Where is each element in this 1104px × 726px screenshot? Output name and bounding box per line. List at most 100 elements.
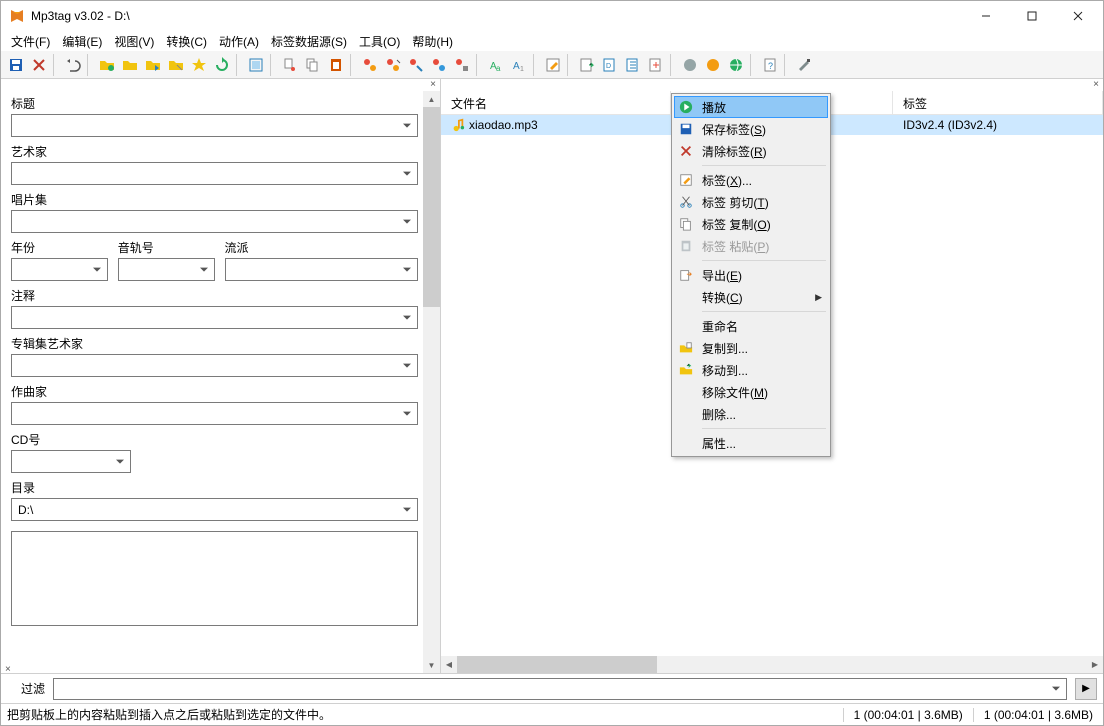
tag-cut-icon[interactable] xyxy=(279,54,301,76)
cell-tag: ID3v2.4 (ID3v2.4) xyxy=(903,118,997,132)
label-track: 音轨号 xyxy=(118,239,215,256)
export-4-icon[interactable] xyxy=(645,54,667,76)
minimize-button[interactable] xyxy=(963,1,1009,31)
refresh-icon[interactable] xyxy=(211,54,233,76)
ctx-separator xyxy=(702,260,826,261)
col-filename[interactable]: 文件名 xyxy=(441,91,671,114)
audio-file-icon xyxy=(451,118,465,132)
folder-play-icon[interactable] xyxy=(142,54,164,76)
label-title: 标题 xyxy=(11,95,418,112)
input-year[interactable] xyxy=(11,258,108,281)
play-icon xyxy=(678,99,694,115)
ctx-item[interactable]: 标签 剪切(T) xyxy=(674,191,828,213)
svg-text:?: ? xyxy=(768,61,773,71)
filter-close-icon[interactable]: × xyxy=(5,664,11,675)
col-tag[interactable]: 标签 xyxy=(893,91,1103,114)
input-album-artist[interactable] xyxy=(11,354,418,377)
label-artist: 艺术家 xyxy=(11,143,418,160)
input-artist[interactable] xyxy=(11,162,418,185)
file-panel-close-icon[interactable]: × xyxy=(441,79,1103,91)
ctx-item[interactable]: 删除... xyxy=(674,403,828,425)
settings-icon[interactable] xyxy=(793,54,815,76)
tag-panel-scrollbar[interactable]: ▲ ▼ xyxy=(423,91,440,673)
save-icon[interactable] xyxy=(5,54,27,76)
export-2-icon[interactable]: D xyxy=(599,54,621,76)
export-1-icon[interactable] xyxy=(576,54,598,76)
menu-convert[interactable]: 转换(C) xyxy=(160,31,213,52)
action-3-icon[interactable] xyxy=(405,54,427,76)
app-icon xyxy=(9,8,25,24)
menu-help[interactable]: 帮助(H) xyxy=(406,31,459,52)
main-area: × 标题 艺术家 唱片集 年份 音轨号 流派 注释 专辑集艺术家 作曲家 CD号… xyxy=(1,79,1103,673)
action-4-icon[interactable] xyxy=(428,54,450,76)
edit-tag-icon[interactable] xyxy=(542,54,564,76)
blank-icon xyxy=(678,318,694,334)
ctx-item: 标签 粘贴(P) xyxy=(674,235,828,257)
web-1-icon[interactable] xyxy=(679,54,701,76)
web-2-icon[interactable] xyxy=(702,54,724,76)
menu-view[interactable]: 视图(V) xyxy=(108,31,160,52)
menubar: 文件(F) 编辑(E) 视图(V) 转换(C) 动作(A) 标签数据源(S) 工… xyxy=(1,31,1103,51)
tag-icon xyxy=(678,172,694,188)
input-comment[interactable] xyxy=(11,306,418,329)
ctx-item[interactable]: 保存标签(S) xyxy=(674,118,828,140)
ctx-item[interactable]: 导出(E) xyxy=(674,264,828,286)
filter-input[interactable] xyxy=(53,678,1067,700)
ctx-item[interactable]: 复制到... xyxy=(674,337,828,359)
folder-add-icon[interactable] xyxy=(96,54,118,76)
autonumber-icon[interactable]: A1 xyxy=(508,54,530,76)
menu-actions[interactable]: 动作(A) xyxy=(213,31,265,52)
ctx-item[interactable]: 标签 复制(O) xyxy=(674,213,828,235)
ctx-item[interactable]: 移动到... xyxy=(674,359,828,381)
copyto-icon xyxy=(678,340,694,356)
folder-tag-icon[interactable] xyxy=(165,54,187,76)
filter-go-button[interactable]: ▶ xyxy=(1075,678,1097,700)
ctx-item[interactable]: 移除文件(M) xyxy=(674,381,828,403)
tag-panel-close-icon[interactable]: × xyxy=(1,79,440,91)
svg-text:1: 1 xyxy=(520,66,524,73)
help-icon[interactable]: ? xyxy=(759,54,781,76)
action-1-icon[interactable] xyxy=(359,54,381,76)
input-directory[interactable]: D:\ xyxy=(11,498,418,521)
input-discnumber[interactable] xyxy=(11,450,131,473)
delete-icon xyxy=(678,143,694,159)
menu-file[interactable]: 文件(F) xyxy=(5,31,56,52)
action-2-icon[interactable] xyxy=(382,54,404,76)
favorite-icon[interactable] xyxy=(188,54,210,76)
undo-icon[interactable] xyxy=(62,54,84,76)
ctx-item[interactable]: 标签(X)... xyxy=(674,169,828,191)
tag-copy-icon[interactable] xyxy=(302,54,324,76)
tag-paste-icon[interactable] xyxy=(325,54,347,76)
file-list-hscrollbar[interactable]: ◀▶ xyxy=(441,656,1103,673)
web-3-icon[interactable] xyxy=(725,54,747,76)
titlebar: Mp3tag v3.02 - D:\ xyxy=(1,1,1103,31)
ctx-item[interactable]: 属性... xyxy=(674,432,828,454)
ctx-item[interactable]: 转换(C)▶ xyxy=(674,286,828,308)
case-icon[interactable]: Aa xyxy=(485,54,507,76)
select-all-icon[interactable] xyxy=(245,54,267,76)
input-composer[interactable] xyxy=(11,402,418,425)
menu-edit[interactable]: 编辑(E) xyxy=(56,31,108,52)
ctx-item[interactable]: 播放 xyxy=(674,96,828,118)
maximize-button[interactable] xyxy=(1009,1,1055,31)
delete-icon[interactable] xyxy=(28,54,50,76)
export-3-icon[interactable] xyxy=(622,54,644,76)
ctx-item-label: 保存标签(S) xyxy=(702,121,766,138)
input-album[interactable] xyxy=(11,210,418,233)
input-title[interactable] xyxy=(11,114,418,137)
context-menu: 播放保存标签(S) 清除标签(R) 标签(X)...标签 剪切(T)标签 复制(O)… xyxy=(671,93,831,457)
folder-open-icon[interactable] xyxy=(119,54,141,76)
menu-tools[interactable]: 工具(O) xyxy=(353,31,406,52)
cover-art-box[interactable] xyxy=(11,531,418,626)
ctx-item[interactable]: 清除标签(R) xyxy=(674,140,828,162)
ctx-item-label: 标签 粘贴(P) xyxy=(702,238,769,255)
close-button[interactable] xyxy=(1055,1,1101,31)
input-genre[interactable] xyxy=(225,258,419,281)
input-track[interactable] xyxy=(118,258,215,281)
menu-tag-sources[interactable]: 标签数据源(S) xyxy=(265,31,353,52)
label-comment: 注释 xyxy=(11,287,418,304)
action-5-icon[interactable] xyxy=(451,54,473,76)
ctx-item[interactable]: 重命名 xyxy=(674,315,828,337)
status-message: 把剪贴板上的内容粘贴到插入点之后或粘贴到选定的文件中。 xyxy=(1,706,843,723)
ctx-item-label: 重命名 xyxy=(702,318,738,335)
